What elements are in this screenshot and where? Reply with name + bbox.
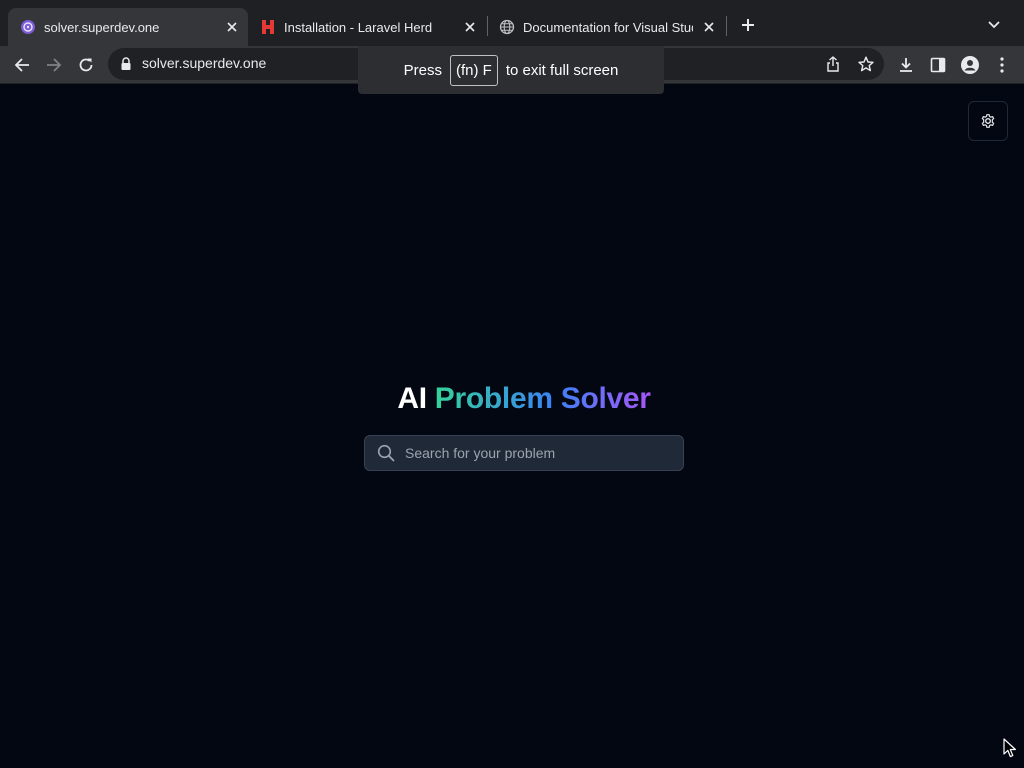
back-button[interactable] [8,51,36,79]
mouse-pointer-icon [1003,738,1016,758]
share-icon [827,56,839,72]
side-panel-button[interactable] [924,51,952,79]
chevron-down-icon [988,21,1000,29]
page-title: AI Problem Solver [0,382,1024,416]
reload-icon [79,58,93,72]
reload-button[interactable] [72,51,100,79]
side-panel-icon [930,57,946,73]
close-tab-icon[interactable] [699,17,719,37]
profile-button[interactable] [956,51,984,79]
download-icon [900,58,912,72]
share-button[interactable] [821,52,845,76]
title-plain: AI [397,382,427,415]
avatar-icon [961,56,979,74]
search-icon [377,444,395,462]
tab-title: Installation - Laravel Herd [284,19,433,35]
herd-favicon-icon [260,19,276,35]
new-tab-button[interactable] [736,13,760,37]
tab-separator [726,16,727,36]
downloads-button[interactable] [892,51,920,79]
search-box[interactable] [364,435,684,471]
toast-prefix: Press [403,61,442,79]
tab-search-button[interactable] [982,13,1006,37]
arrow-right-icon [47,58,62,72]
tab-vscode-docs[interactable]: Documentation for Visual Studio Code [487,8,725,46]
tab-solver[interactable]: solver.superdev.one [8,8,248,46]
toast-key: (fn) F [449,54,498,86]
close-tab-icon[interactable] [460,17,480,37]
bookmark-button[interactable] [854,52,878,76]
lock-icon [121,57,131,70]
gear-icon [981,114,995,128]
solver-favicon-icon [20,19,36,35]
kebab-menu-icon [1000,57,1004,73]
settings-button[interactable] [968,101,1008,141]
tab-strip: solver.superdev.one Installation - Larav… [0,0,1024,46]
arrow-left-icon [14,58,29,72]
tab-title: solver.superdev.one [44,19,160,35]
fullscreen-exit-toast: Press (fn) F to exit full screen [358,46,664,94]
address-url: solver.superdev.one [142,55,267,71]
title-gradient: Problem Solver [434,382,651,415]
menu-button[interactable] [988,51,1016,79]
tab-laravel-herd[interactable]: Installation - Laravel Herd [248,8,486,46]
search-input[interactable] [405,445,675,461]
toast-suffix: to exit full screen [505,61,619,79]
tab-title: Documentation for Visual Studio Code [523,19,693,35]
globe-icon [499,19,515,35]
close-tab-icon[interactable] [222,17,242,37]
star-icon [858,56,874,72]
plus-icon [742,19,754,31]
forward-button[interactable] [40,51,68,79]
